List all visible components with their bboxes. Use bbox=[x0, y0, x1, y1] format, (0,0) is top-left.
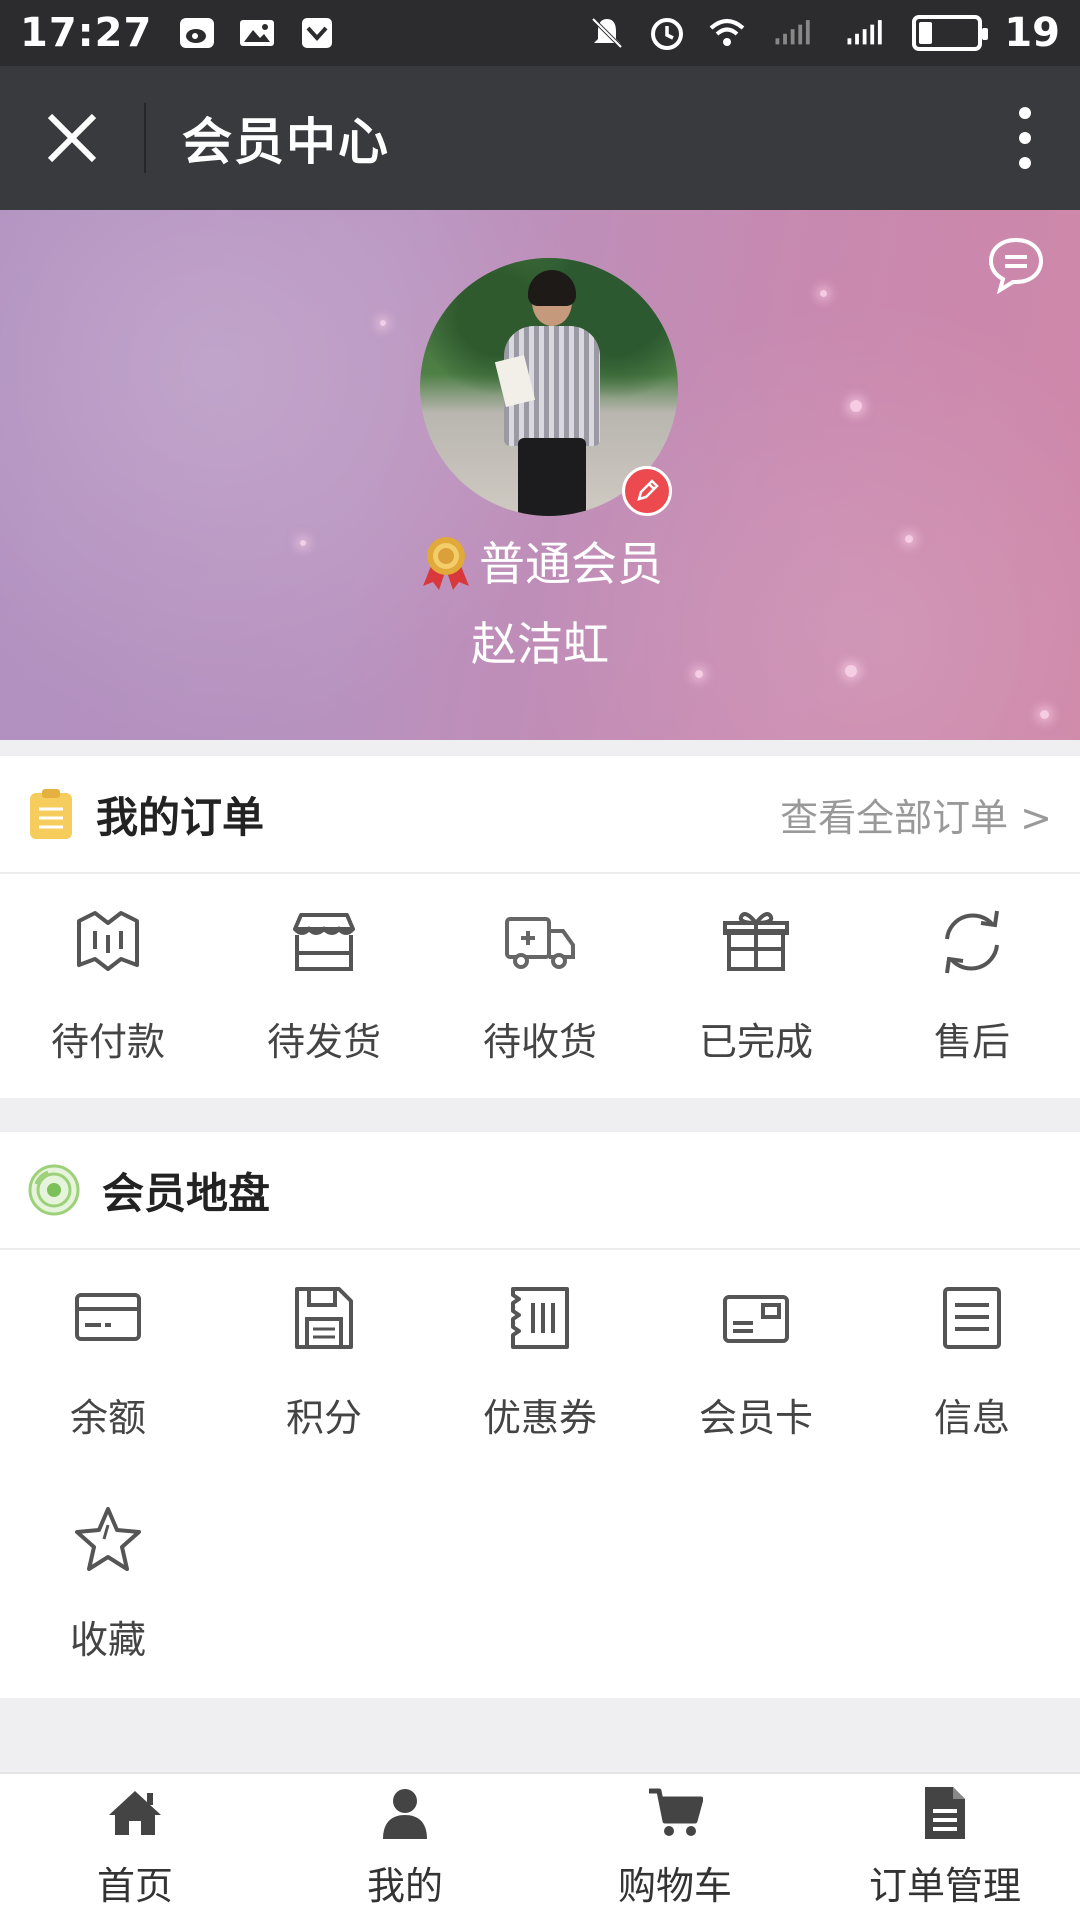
member-level: 普通会员 bbox=[0, 528, 1080, 594]
orders-header: 我的订单 查看全部订单 > bbox=[0, 756, 1080, 874]
order-after-sales[interactable]: 售后 bbox=[864, 874, 1080, 1096]
member-balance[interactable]: 余额 bbox=[0, 1250, 216, 1472]
member-title: 会员地盘 bbox=[102, 1168, 271, 1218]
cart-icon bbox=[649, 1788, 703, 1836]
member-coupons[interactable]: 优惠券 bbox=[432, 1250, 648, 1472]
chat-bubble-icon bbox=[988, 237, 1044, 295]
close-button[interactable] bbox=[0, 66, 144, 210]
profile-banner: 普通会员 赵洁虹 bbox=[0, 210, 1080, 740]
member-level-label: 普通会员 bbox=[479, 537, 663, 591]
save-icon bbox=[295, 1286, 353, 1349]
user-name: 赵洁虹 bbox=[471, 617, 609, 671]
nav-mine[interactable]: 我的 bbox=[270, 1774, 540, 1920]
document-icon bbox=[943, 1286, 1001, 1349]
member-card[interactable]: 会员卡 bbox=[648, 1250, 864, 1472]
nav-order-management[interactable]: 订单管理 bbox=[810, 1774, 1080, 1920]
signal-4g-icon bbox=[840, 14, 890, 52]
clipboard-icon bbox=[30, 789, 72, 839]
orders-title: 我的订单 bbox=[96, 792, 265, 842]
order-pending-receipt[interactable]: 待收货 bbox=[432, 874, 648, 1096]
weibo-icon bbox=[178, 14, 216, 52]
document-icon bbox=[925, 1786, 965, 1839]
more-button[interactable] bbox=[970, 66, 1080, 210]
wifi-icon bbox=[708, 14, 746, 52]
signal-weak-icon bbox=[768, 14, 818, 52]
coupon-icon bbox=[511, 1286, 569, 1349]
title-bar: 会员中心 bbox=[0, 66, 1080, 210]
card-icon bbox=[75, 1292, 141, 1341]
order-pending-shipment[interactable]: 待发货 bbox=[216, 874, 432, 1096]
order-completed[interactable]: 已完成 bbox=[648, 874, 864, 1096]
more-vertical-icon bbox=[1019, 107, 1031, 169]
star-icon bbox=[75, 1506, 141, 1571]
status-bar: 17:27 19 bbox=[0, 0, 1080, 66]
user-icon bbox=[383, 1788, 427, 1839]
view-all-orders-link[interactable]: 查看全部订单 > bbox=[780, 787, 1052, 842]
member-points[interactable]: 积分 bbox=[216, 1250, 432, 1472]
alarm-icon bbox=[648, 14, 686, 52]
member-info[interactable]: 信息 bbox=[864, 1250, 1080, 1472]
status-time: 17:27 bbox=[20, 10, 153, 56]
order-pending-payment[interactable]: 待付款 bbox=[0, 874, 216, 1096]
title-divider bbox=[144, 103, 146, 173]
store-icon bbox=[293, 912, 355, 971]
nav-cart[interactable]: 购物车 bbox=[540, 1774, 810, 1920]
medal-icon bbox=[423, 537, 469, 590]
pencil-icon bbox=[637, 479, 659, 501]
map-icon bbox=[77, 910, 139, 971]
member-header: 会员地盘 bbox=[0, 1132, 1080, 1250]
close-icon bbox=[47, 113, 97, 163]
edit-avatar-button[interactable] bbox=[622, 466, 672, 516]
refresh-icon bbox=[945, 910, 999, 973]
gift-icon bbox=[723, 911, 789, 971]
vinyl-disc-icon bbox=[28, 1164, 80, 1216]
member-section: 会员地盘 余额 积分 优惠券 会员卡 信息 收藏 bbox=[0, 1132, 1080, 1698]
member-favorites[interactable]: 收藏 bbox=[0, 1472, 216, 1694]
message-button[interactable] bbox=[986, 234, 1046, 295]
member-card-icon bbox=[723, 1294, 789, 1343]
shield-icon bbox=[298, 14, 336, 52]
nav-home[interactable]: 首页 bbox=[0, 1774, 270, 1920]
battery-level: 19 bbox=[1004, 10, 1060, 56]
orders-section: 我的订单 查看全部订单 > 待付款 待发货 待收货 已完成 售后 bbox=[0, 756, 1080, 1098]
mute-icon bbox=[588, 14, 626, 52]
truck-icon bbox=[505, 916, 575, 969]
battery-icon bbox=[912, 15, 989, 51]
gallery-icon bbox=[238, 14, 276, 52]
page-title: 会员中心 bbox=[182, 113, 390, 171]
home-icon bbox=[109, 1790, 161, 1835]
bottom-nav: 首页 我的 购物车 订单管理 bbox=[0, 1772, 1080, 1920]
